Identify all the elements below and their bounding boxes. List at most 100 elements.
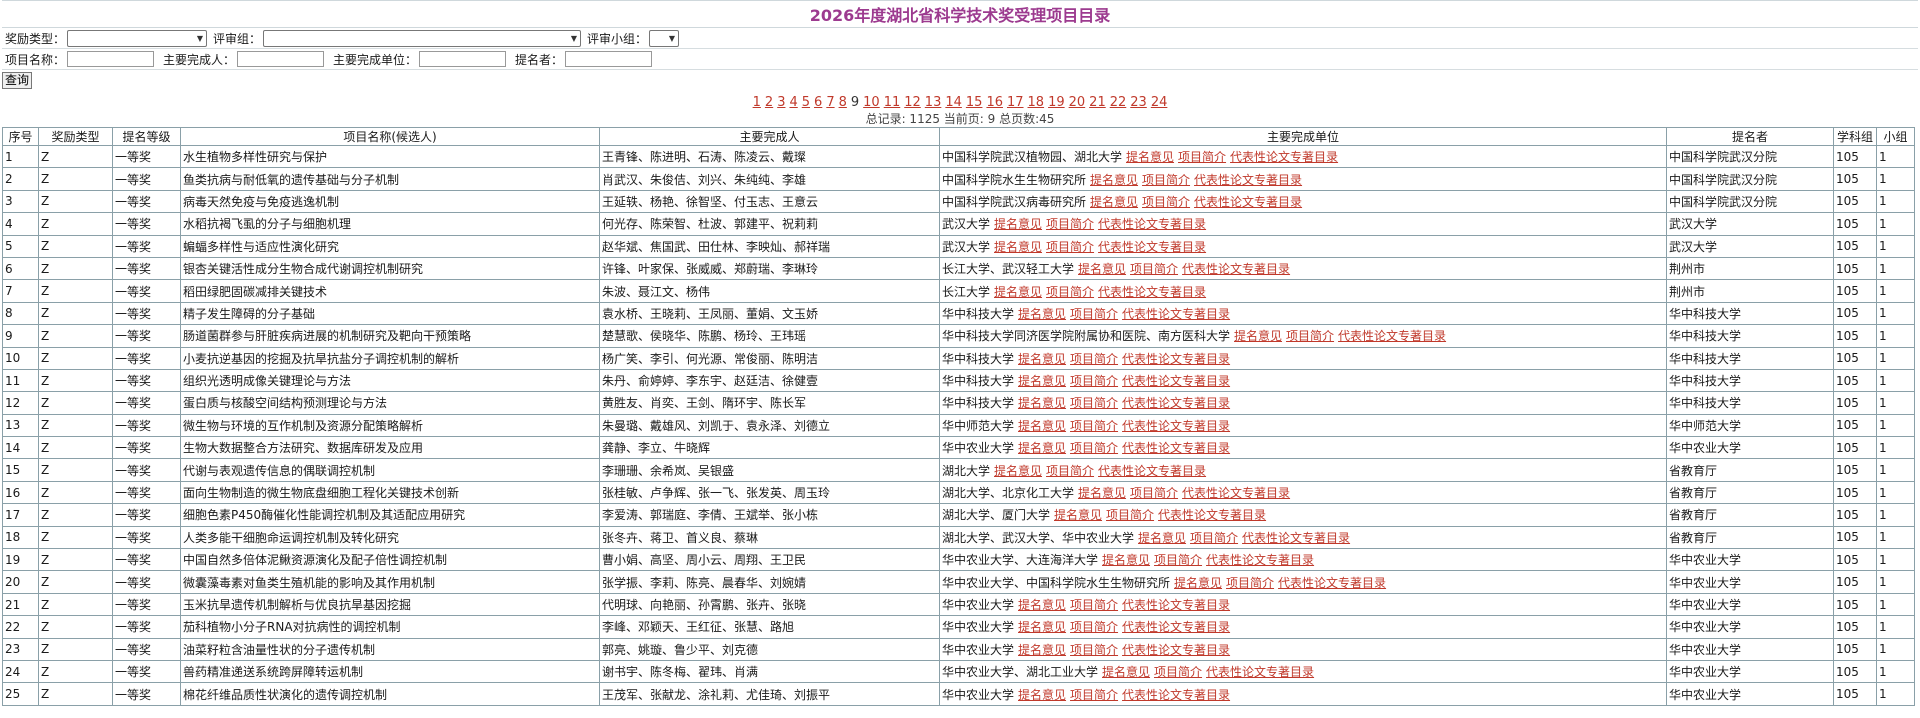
- paper-list-link[interactable]: 代表性论文专著目录: [1122, 419, 1230, 433]
- paper-list-link[interactable]: 代表性论文专著目录: [1206, 553, 1314, 567]
- nomination-opinion-link[interactable]: 提名意见: [994, 217, 1042, 231]
- page-link[interactable]: 13: [925, 95, 942, 110]
- page-link[interactable]: 2: [765, 95, 773, 110]
- paper-list-link[interactable]: 代表性论文专著目录: [1122, 396, 1230, 410]
- nomination-opinion-link[interactable]: 提名意见: [1174, 576, 1222, 590]
- project-intro-link[interactable]: 项目简介: [1154, 553, 1202, 567]
- paper-list-link[interactable]: 代表性论文专著目录: [1194, 195, 1302, 209]
- project-intro-link[interactable]: 项目简介: [1070, 374, 1118, 388]
- paper-list-link[interactable]: 代表性论文专著目录: [1122, 352, 1230, 366]
- project-intro-link[interactable]: 项目简介: [1070, 396, 1118, 410]
- project-intro-link[interactable]: 项目简介: [1070, 598, 1118, 612]
- review-subgroup-select[interactable]: ▼: [649, 29, 680, 47]
- paper-list-link[interactable]: 代表性论文专著目录: [1122, 307, 1230, 321]
- page-link[interactable]: 16: [986, 95, 1003, 110]
- nomination-opinion-link[interactable]: 提名意见: [1018, 598, 1066, 612]
- paper-list-link[interactable]: 代表性论文专著目录: [1122, 688, 1230, 702]
- paper-list-link[interactable]: 代表性论文专著目录: [1194, 173, 1302, 187]
- project-intro-link[interactable]: 项目简介: [1130, 486, 1178, 500]
- page-link[interactable]: 18: [1028, 95, 1045, 110]
- nomination-opinion-link[interactable]: 提名意见: [1018, 441, 1066, 455]
- nomination-opinion-link[interactable]: 提名意见: [1054, 508, 1102, 522]
- page-link[interactable]: 15: [966, 95, 983, 110]
- project-intro-link[interactable]: 项目简介: [1046, 240, 1094, 254]
- paper-list-link[interactable]: 代表性论文专著目录: [1338, 329, 1446, 343]
- page-link[interactable]: 3: [777, 95, 785, 110]
- project-intro-link[interactable]: 项目简介: [1142, 173, 1190, 187]
- page-link[interactable]: 20: [1069, 95, 1086, 110]
- project-intro-link[interactable]: 项目简介: [1070, 643, 1118, 657]
- page-link[interactable]: 17: [1007, 95, 1024, 110]
- nomination-opinion-link[interactable]: 提名意见: [1102, 553, 1150, 567]
- main-person-input[interactable]: [237, 51, 325, 67]
- paper-list-link[interactable]: 代表性论文专著目录: [1098, 464, 1206, 478]
- paper-list-link[interactable]: 代表性论文专著目录: [1242, 531, 1350, 545]
- page-link[interactable]: 21: [1089, 95, 1106, 110]
- project-intro-link[interactable]: 项目简介: [1070, 441, 1118, 455]
- page-link[interactable]: 23: [1130, 95, 1147, 110]
- review-group-select[interactable]: ▼: [263, 29, 582, 47]
- nomination-opinion-link[interactable]: 提名意见: [1126, 150, 1174, 164]
- nomination-opinion-link[interactable]: 提名意见: [1102, 665, 1150, 679]
- paper-list-link[interactable]: 代表性论文专著目录: [1182, 262, 1290, 276]
- nomination-opinion-link[interactable]: 提名意见: [1018, 374, 1066, 388]
- project-intro-link[interactable]: 项目简介: [1070, 620, 1118, 634]
- page-link[interactable]: 12: [904, 95, 921, 110]
- nomination-opinion-link[interactable]: 提名意见: [1090, 195, 1138, 209]
- nomination-opinion-link[interactable]: 提名意见: [1018, 688, 1066, 702]
- nomination-opinion-link[interactable]: 提名意见: [1078, 262, 1126, 276]
- paper-list-link[interactable]: 代表性论文专著目录: [1098, 217, 1206, 231]
- nomination-opinion-link[interactable]: 提名意见: [1018, 419, 1066, 433]
- page-link[interactable]: 4: [789, 95, 797, 110]
- page-link[interactable]: 14: [945, 95, 962, 110]
- project-intro-link[interactable]: 项目简介: [1070, 419, 1118, 433]
- project-name-input[interactable]: [67, 51, 155, 67]
- page-link[interactable]: 22: [1110, 95, 1127, 110]
- page-link[interactable]: 10: [863, 95, 880, 110]
- nomination-opinion-link[interactable]: 提名意见: [994, 464, 1042, 478]
- paper-list-link[interactable]: 代表性论文专著目录: [1278, 576, 1386, 590]
- paper-list-link[interactable]: 代表性论文专著目录: [1122, 643, 1230, 657]
- paper-list-link[interactable]: 代表性论文专著目录: [1182, 486, 1290, 500]
- nomination-opinion-link[interactable]: 提名意见: [994, 285, 1042, 299]
- paper-list-link[interactable]: 代表性论文专著目录: [1158, 508, 1266, 522]
- page-link[interactable]: 5: [802, 95, 810, 110]
- nomination-opinion-link[interactable]: 提名意见: [1018, 396, 1066, 410]
- project-intro-link[interactable]: 项目简介: [1046, 217, 1094, 231]
- paper-list-link[interactable]: 代表性论文专著目录: [1098, 240, 1206, 254]
- nomination-opinion-link[interactable]: 提名意见: [1078, 486, 1126, 500]
- project-intro-link[interactable]: 项目简介: [1178, 150, 1226, 164]
- project-intro-link[interactable]: 项目简介: [1154, 665, 1202, 679]
- nominator-input[interactable]: [565, 51, 653, 67]
- project-intro-link[interactable]: 项目简介: [1046, 285, 1094, 299]
- paper-list-link[interactable]: 代表性论文专著目录: [1122, 620, 1230, 634]
- nomination-opinion-link[interactable]: 提名意见: [1138, 531, 1186, 545]
- award-type-select[interactable]: ▼: [67, 29, 208, 47]
- paper-list-link[interactable]: 代表性论文专著目录: [1122, 441, 1230, 455]
- paper-list-link[interactable]: 代表性论文专著目录: [1206, 665, 1314, 679]
- project-intro-link[interactable]: 项目简介: [1226, 576, 1274, 590]
- nomination-opinion-link[interactable]: 提名意见: [1234, 329, 1282, 343]
- paper-list-link[interactable]: 代表性论文专著目录: [1098, 285, 1206, 299]
- paper-list-link[interactable]: 代表性论文专著目录: [1230, 150, 1338, 164]
- page-link[interactable]: 1: [753, 95, 761, 110]
- nomination-opinion-link[interactable]: 提名意见: [1090, 173, 1138, 187]
- page-link[interactable]: 6: [814, 95, 822, 110]
- project-intro-link[interactable]: 项目简介: [1286, 329, 1334, 343]
- nomination-opinion-link[interactable]: 提名意见: [1018, 620, 1066, 634]
- project-intro-link[interactable]: 项目简介: [1070, 352, 1118, 366]
- nomination-opinion-link[interactable]: 提名意见: [1018, 307, 1066, 321]
- page-link[interactable]: 8: [839, 95, 847, 110]
- project-intro-link[interactable]: 项目简介: [1070, 688, 1118, 702]
- project-intro-link[interactable]: 项目简介: [1190, 531, 1238, 545]
- project-intro-link[interactable]: 项目简介: [1130, 262, 1178, 276]
- page-link[interactable]: 11: [884, 95, 901, 110]
- paper-list-link[interactable]: 代表性论文专著目录: [1122, 598, 1230, 612]
- project-intro-link[interactable]: 项目简介: [1046, 464, 1094, 478]
- project-intro-link[interactable]: 项目简介: [1070, 307, 1118, 321]
- project-intro-link[interactable]: 项目简介: [1106, 508, 1154, 522]
- page-link[interactable]: 24: [1151, 95, 1168, 110]
- page-link[interactable]: 7: [826, 95, 834, 110]
- nomination-opinion-link[interactable]: 提名意见: [994, 240, 1042, 254]
- project-intro-link[interactable]: 项目简介: [1142, 195, 1190, 209]
